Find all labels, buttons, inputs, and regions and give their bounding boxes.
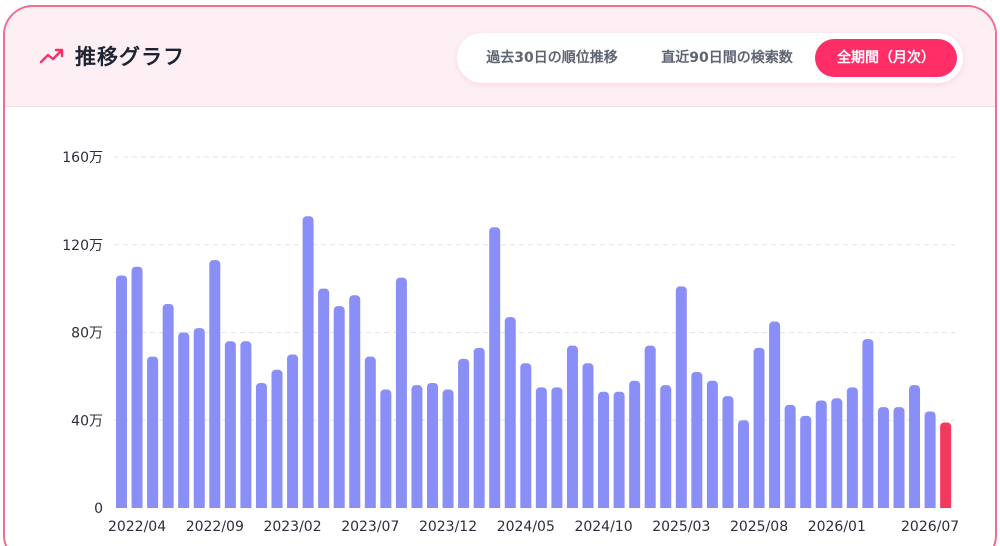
y-tick-label: 80万: [71, 326, 103, 342]
bar[interactable]: [302, 216, 314, 515]
y-tick-label: 40万: [71, 413, 103, 429]
x-tick-label: 2025/03: [652, 519, 710, 535]
bar[interactable]: [240, 341, 252, 514]
bar-current-month[interactable]: [940, 422, 952, 514]
y-axis-ticks: 0 40万 80万 120万 160万: [62, 150, 103, 517]
bar[interactable]: [598, 391, 610, 514]
bar[interactable]: [924, 411, 936, 514]
bar[interactable]: [193, 328, 205, 514]
bar[interactable]: [566, 345, 578, 514]
bar[interactable]: [815, 400, 827, 514]
bars: [104, 216, 965, 528]
x-tick-label: 2023/07: [341, 519, 399, 535]
bar[interactable]: [520, 363, 532, 514]
bar[interactable]: [489, 227, 501, 514]
bar[interactable]: [504, 317, 516, 514]
bar[interactable]: [738, 420, 749, 514]
bar[interactable]: [551, 387, 563, 514]
bar[interactable]: [753, 347, 765, 514]
bar[interactable]: [116, 275, 127, 514]
grid-lines: [114, 156, 955, 421]
bar[interactable]: [364, 356, 376, 514]
bar[interactable]: [287, 354, 299, 514]
bar[interactable]: [846, 387, 858, 514]
bar[interactable]: [831, 398, 843, 514]
bar[interactable]: [271, 369, 283, 514]
bar[interactable]: [473, 347, 485, 514]
x-tick-label: 2023/02: [263, 519, 321, 535]
bar[interactable]: [691, 371, 703, 514]
bar[interactable]: [411, 385, 423, 514]
bar[interactable]: [893, 407, 905, 514]
bar[interactable]: [442, 389, 454, 514]
x-tick-label: 2024/10: [574, 519, 632, 535]
x-tick-label: 2026/01: [808, 519, 866, 535]
x-tick-label: 2023/12: [419, 519, 477, 535]
bar[interactable]: [877, 407, 889, 514]
bar[interactable]: [255, 382, 267, 514]
bar[interactable]: [380, 389, 392, 514]
bar[interactable]: [660, 385, 672, 514]
bar[interactable]: [675, 286, 687, 514]
bar[interactable]: [706, 380, 718, 514]
bar-chart: 040万80万120万160万 2022/04 2022/09 2023/02 202…: [62, 150, 965, 535]
bar[interactable]: [582, 363, 594, 514]
x-tick-label: 2022/09: [186, 519, 244, 535]
bar[interactable]: [162, 303, 174, 514]
bar[interactable]: [862, 339, 874, 514]
bar[interactable]: [209, 260, 221, 514]
bar[interactable]: [178, 332, 190, 515]
y-tick-label: 0: [94, 501, 103, 517]
x-tick-label: 2022/04: [108, 519, 166, 535]
bar[interactable]: [769, 321, 781, 514]
bar[interactable]: [131, 266, 143, 514]
bar[interactable]: [613, 391, 625, 514]
x-tick-label: 2025/08: [730, 519, 788, 535]
bar[interactable]: [458, 358, 470, 514]
y-tick-label: 120万: [62, 238, 103, 254]
y-tick-label: 160万: [62, 150, 103, 166]
bar[interactable]: [395, 277, 407, 514]
bar[interactable]: [629, 380, 641, 514]
bar[interactable]: [909, 385, 921, 514]
x-axis-ticks: 2022/04 2022/09 2023/02 2023/07 2023/12 2024/…: [108, 519, 959, 535]
bar[interactable]: [224, 341, 236, 514]
bar[interactable]: [147, 356, 159, 514]
x-tick-label: 2026/07: [901, 519, 959, 535]
bar[interactable]: [427, 382, 438, 514]
bar[interactable]: [333, 306, 345, 514]
x-tick-label: 2024/05: [497, 519, 555, 535]
bar[interactable]: [349, 295, 361, 514]
bar[interactable]: [800, 415, 812, 514]
bar[interactable]: [535, 387, 547, 514]
bar[interactable]: [784, 404, 796, 514]
bar[interactable]: [722, 396, 734, 514]
bar[interactable]: [644, 345, 656, 514]
bar[interactable]: [318, 288, 330, 515]
